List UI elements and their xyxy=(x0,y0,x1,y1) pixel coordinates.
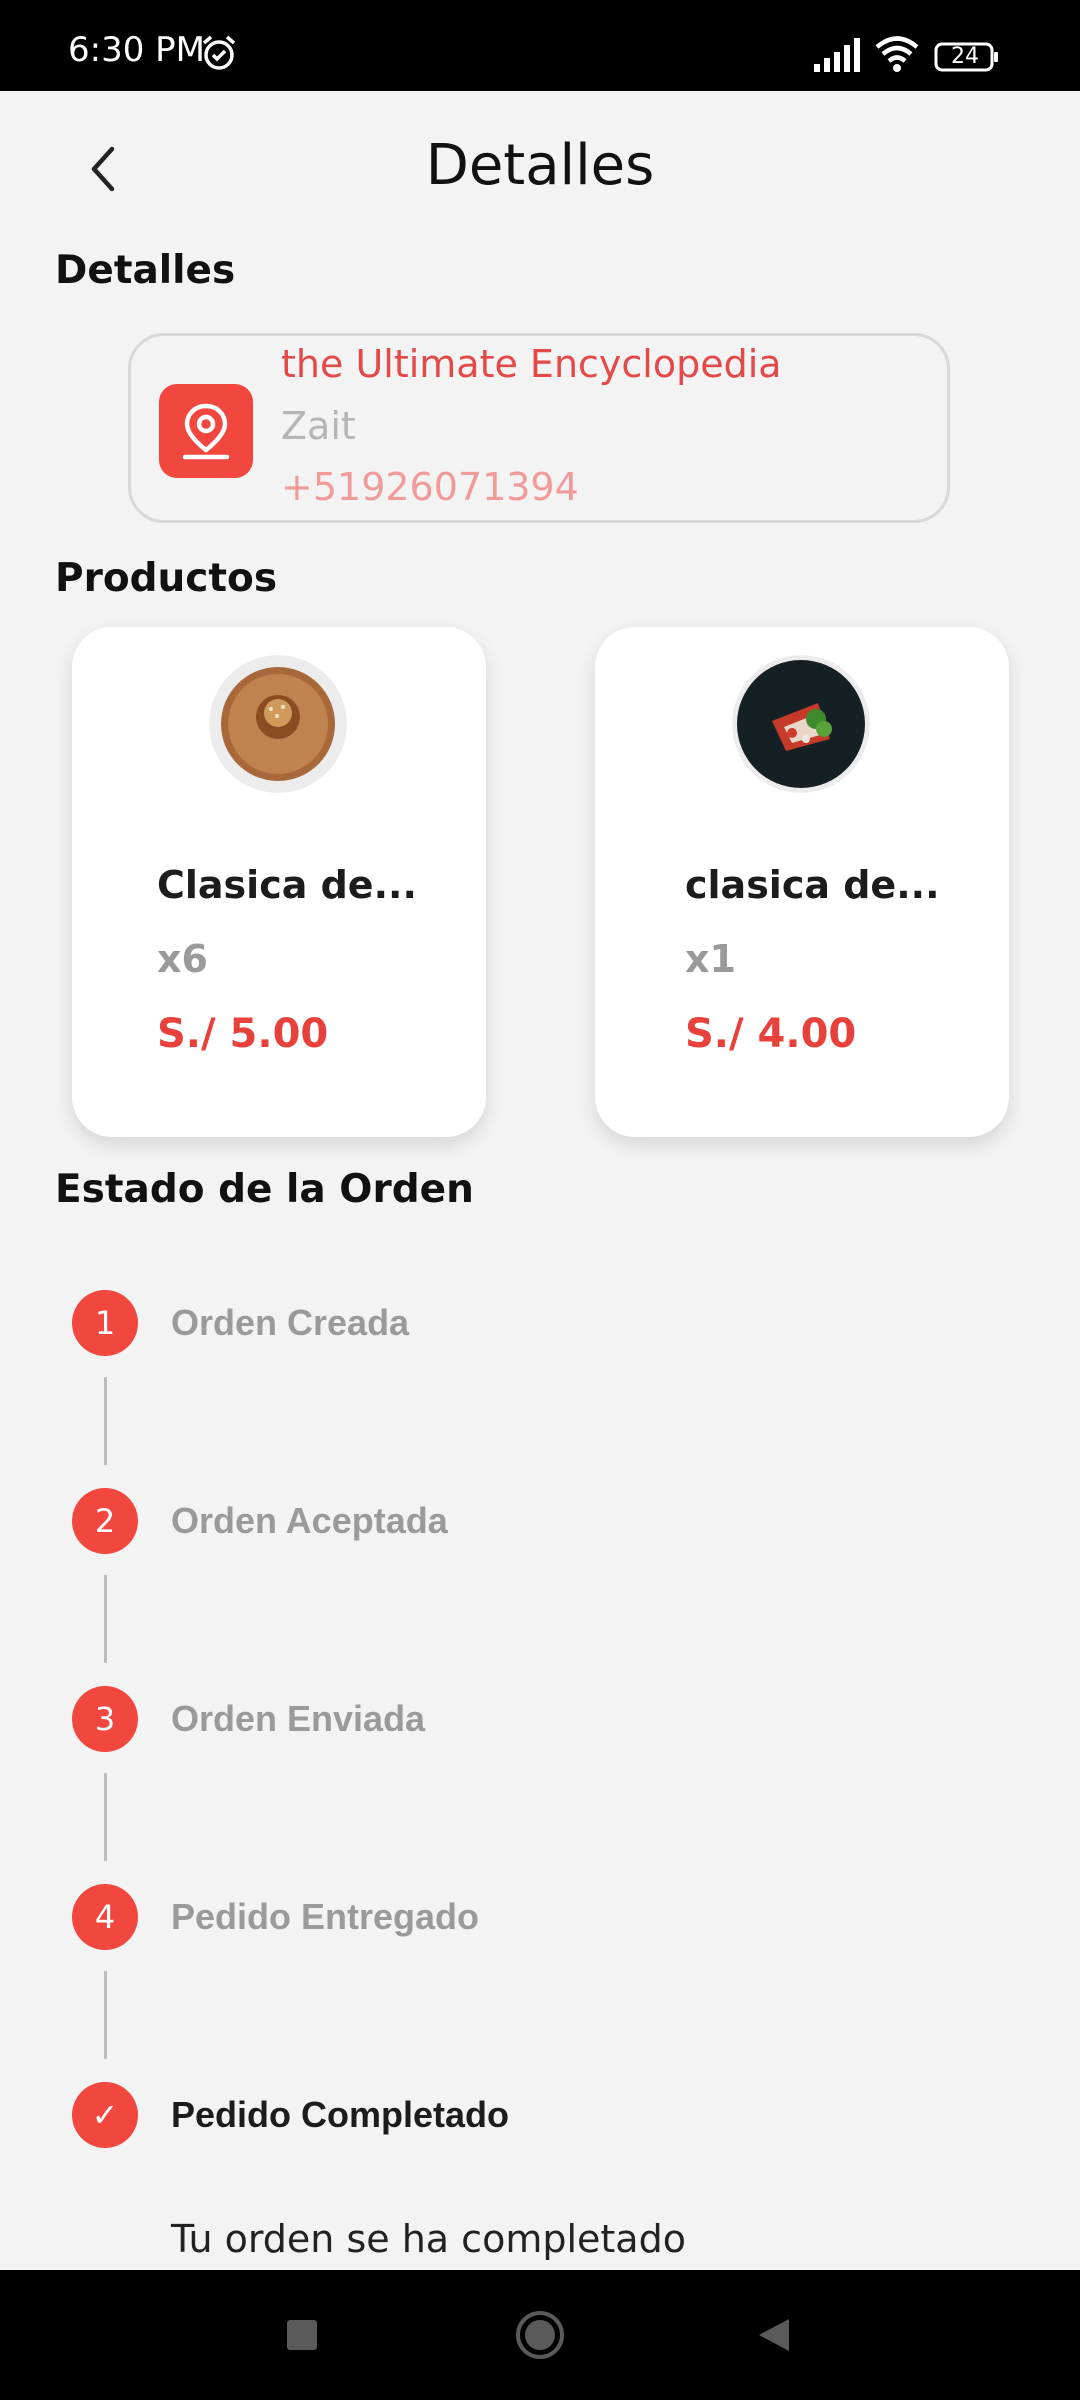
wifi-icon xyxy=(875,36,919,72)
recent-apps-button[interactable] xyxy=(285,2318,319,2352)
step-completed-message: Tu orden se ha completado xyxy=(171,2217,686,2261)
order-status-section-title: Estado de la Orden xyxy=(55,1167,474,1212)
step-connector xyxy=(104,1773,107,1861)
product-image xyxy=(732,655,870,793)
product-price: S./ 4.00 xyxy=(685,1011,857,1057)
customer-phone: +51926071394 xyxy=(281,465,579,509)
signal-icon xyxy=(814,38,860,72)
step-label: Pedido Completado xyxy=(171,2094,510,2135)
product-quantity: x1 xyxy=(685,937,736,981)
page-title: Detalles xyxy=(425,133,655,198)
product-quantity: x6 xyxy=(157,937,208,981)
step-label: Orden Enviada xyxy=(171,1698,426,1739)
step-connector xyxy=(104,1575,107,1663)
address-text: the Ultimate Encyclopedia xyxy=(281,342,782,386)
product-card[interactable]: Clasica de... x6 S./ 5.00 xyxy=(72,627,486,1137)
system-navigation-bar xyxy=(0,2270,1080,2400)
back-nav-button[interactable] xyxy=(756,2316,792,2354)
details-section-title: Detalles xyxy=(55,248,236,293)
step-label: Pedido Entregado xyxy=(171,1896,480,1937)
check-icon: ✓ xyxy=(72,2082,138,2148)
product-image xyxy=(209,655,347,793)
product-name: clasica de... xyxy=(685,863,940,907)
status-time: 6:30 PM xyxy=(68,30,205,70)
step-label: Orden Aceptada xyxy=(171,1500,448,1541)
step-label: Orden Creada xyxy=(171,1302,410,1343)
step-number-badge: 3 xyxy=(72,1686,138,1752)
step-connector xyxy=(104,1377,107,1465)
products-section-title: Productos xyxy=(55,556,278,601)
battery-level: 24 xyxy=(951,44,979,69)
home-button[interactable] xyxy=(515,2310,565,2360)
step-connector xyxy=(104,1971,107,2059)
app-header: Detalles xyxy=(0,91,1080,241)
customer-name: Zait xyxy=(281,404,356,448)
product-name: Clasica de... xyxy=(157,863,417,907)
product-price: S./ 5.00 xyxy=(157,1011,329,1057)
step-number-badge: 1 xyxy=(72,1290,138,1356)
location-pin-icon xyxy=(159,384,253,478)
product-card[interactable]: clasica de... x1 S./ 4.00 xyxy=(595,627,1009,1137)
status-bar: 6:30 PM 24 xyxy=(0,0,1080,91)
address-card: the Ultimate Encyclopedia Zait +51926071… xyxy=(128,333,950,523)
step-number-badge: 4 xyxy=(72,1884,138,1950)
step-number-badge: 2 xyxy=(72,1488,138,1554)
alarm-icon xyxy=(202,35,236,70)
